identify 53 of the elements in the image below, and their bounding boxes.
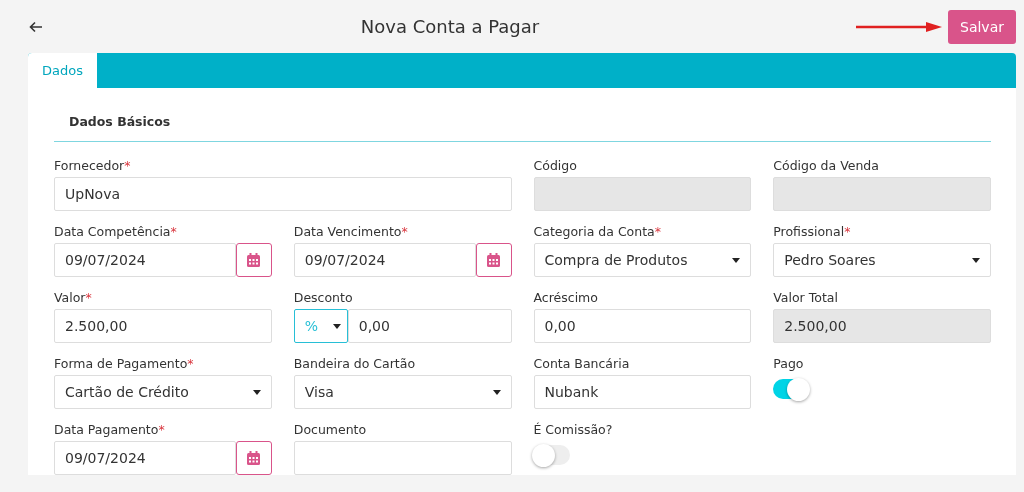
field-label: Código da Venda	[773, 158, 880, 174]
page-title: Nova Conta a Pagar	[359, 16, 541, 37]
caret-icon	[732, 257, 741, 263]
calendar-button[interactable]	[235, 441, 272, 475]
calendar-icon	[247, 253, 261, 267]
field-label: Código	[533, 158, 578, 174]
text-field[interactable]: UpNova	[54, 177, 512, 211]
section-title: Dados Básicos	[68, 114, 172, 131]
field-label: É Comissão?	[533, 422, 614, 438]
select-field[interactable]: Pedro Soares	[773, 243, 991, 277]
toggle-switch[interactable]	[773, 379, 810, 399]
field-label: Pago	[773, 356, 805, 372]
select-field[interactable]: Cartão de Crédito	[54, 375, 272, 409]
field-label: Valor Total	[773, 290, 839, 306]
caret-icon	[972, 257, 980, 263]
field-label: Data Vencimento*	[293, 224, 409, 240]
calendar-button[interactable]	[235, 243, 272, 277]
date-field[interactable]: 09/07/2024	[293, 243, 476, 277]
field-label: Documento	[293, 422, 368, 438]
select-field[interactable]: Visa	[293, 375, 512, 409]
field-label: Valor*	[54, 290, 93, 306]
calendar-button[interactable]	[475, 243, 512, 277]
text-field[interactable]: 0,00	[533, 309, 752, 343]
field-label: Bandeira do Cartão	[293, 356, 417, 372]
text-field[interactable]: 0,00	[347, 309, 512, 343]
calendar-icon	[247, 451, 261, 465]
select-value: Compra de Produtos	[544, 252, 688, 268]
disabled-field: 2.500,00	[773, 309, 991, 343]
select-value: Cartão de Crédito	[65, 384, 189, 400]
save-button[interactable]: Salvar	[948, 9, 1016, 44]
field-label: Conta Bancária	[533, 356, 631, 372]
field-label: Data Pagamento*	[54, 422, 166, 438]
text-field[interactable]	[293, 441, 512, 475]
select-field[interactable]: Compra de Produtos	[533, 243, 752, 277]
field-label: Profissional*	[773, 224, 852, 240]
text-field[interactable]: 2.500,00	[54, 309, 272, 343]
field-label: Data Competência*	[54, 224, 178, 240]
caret-icon	[252, 389, 261, 395]
select-value: Pedro Soares	[784, 252, 876, 268]
calendar-icon	[487, 253, 500, 267]
field-label: Categoria da Conta*	[533, 224, 662, 240]
field-label: Forma de Pagamento*	[54, 356, 195, 372]
date-field[interactable]: 09/07/2024	[54, 441, 236, 475]
caret-icon	[332, 323, 341, 329]
field-label: Fornecedor*	[54, 158, 132, 174]
toggle-switch[interactable]	[533, 445, 570, 465]
unit-value: %	[304, 318, 319, 334]
field-label: Desconto	[293, 290, 354, 306]
text-field[interactable]: Nubank	[533, 375, 752, 409]
field-label: Acréscimo	[533, 290, 599, 306]
caret-icon	[492, 389, 501, 395]
date-field[interactable]: 09/07/2024	[54, 243, 236, 277]
select-value: Visa	[304, 384, 334, 400]
